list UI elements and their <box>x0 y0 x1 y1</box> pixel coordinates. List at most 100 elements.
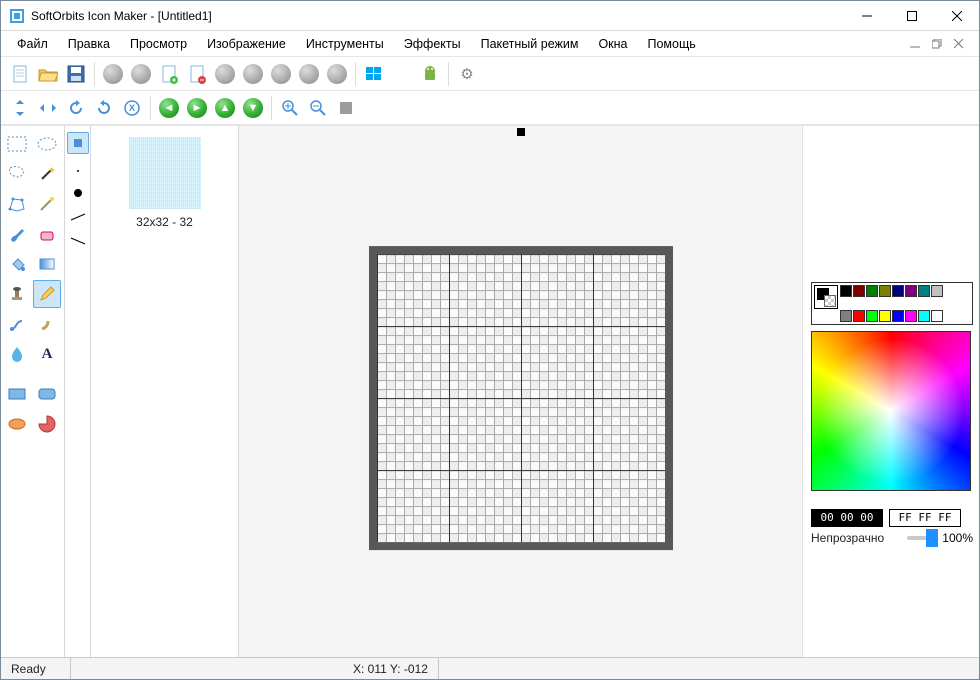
tool-palette: A <box>1 126 65 657</box>
tool-lasso[interactable] <box>3 160 31 188</box>
brush-size-dot-1 <box>75 168 81 174</box>
tool-polygon-select[interactable] <box>3 190 31 218</box>
minimize-button[interactable] <box>844 1 889 31</box>
fg-bg-selector[interactable] <box>814 285 838 309</box>
tool-airbrush[interactable] <box>3 310 31 338</box>
menu-image[interactable]: Изображение <box>197 33 296 55</box>
bg-hex[interactable]: FF FF FF <box>889 509 961 527</box>
add-image-button[interactable] <box>156 61 182 87</box>
rotate-right-button[interactable] <box>91 95 117 121</box>
menu-batch[interactable]: Пакетный режим <box>471 33 589 55</box>
fg-hex[interactable]: 00 00 00 <box>811 509 883 527</box>
color-swatches <box>811 282 973 325</box>
save-file-button[interactable] <box>63 61 89 87</box>
page-thumbnail[interactable]: 32x32 - 32 <box>97 132 232 234</box>
open-file-button[interactable] <box>35 61 61 87</box>
swatch[interactable] <box>866 285 878 297</box>
brush-line-1 <box>69 212 87 222</box>
disabled-button-6[interactable] <box>296 61 322 87</box>
brush-line-2 <box>69 236 87 246</box>
nav-down-button[interactable]: ▼ <box>240 95 266 121</box>
android-icon[interactable] <box>417 61 443 87</box>
menu-tools[interactable]: Инструменты <box>296 33 394 55</box>
menu-windows[interactable]: Окна <box>588 33 637 55</box>
tool-stamp[interactable] <box>3 280 31 308</box>
mdi-close-icon[interactable] <box>951 36 967 52</box>
swatch[interactable] <box>931 310 943 322</box>
menu-view[interactable]: Просмотр <box>120 33 197 55</box>
tool-pencil[interactable] <box>33 280 61 308</box>
disabled-button-7[interactable] <box>324 61 350 87</box>
tool-wand-2[interactable] <box>33 190 61 218</box>
tool-rounded-rect[interactable] <box>33 380 61 408</box>
tool-brush[interactable] <box>3 220 31 248</box>
flip-horizontal-button[interactable] <box>35 95 61 121</box>
menu-file[interactable]: Файл <box>7 33 58 55</box>
tool-pie[interactable] <box>33 410 61 438</box>
swatch[interactable] <box>918 285 930 297</box>
tool-smudge[interactable] <box>33 310 61 338</box>
page-size-label: 32x32 - 32 <box>102 215 227 229</box>
swatch[interactable] <box>840 310 852 322</box>
mdi-minimize-icon[interactable] <box>907 36 923 52</box>
slider-thumb[interactable] <box>926 529 938 547</box>
tool-gradient[interactable] <box>33 250 61 278</box>
swatch[interactable] <box>840 285 852 297</box>
tool-fill[interactable] <box>3 250 31 278</box>
menu-edit[interactable]: Правка <box>58 33 120 55</box>
color-picker[interactable] <box>811 331 971 491</box>
disabled-button-1[interactable] <box>100 61 126 87</box>
swatch[interactable] <box>918 310 930 322</box>
settings-button[interactable]: ⚙ <box>454 61 480 87</box>
apple-icon[interactable] <box>389 61 415 87</box>
swatch[interactable] <box>879 310 891 322</box>
zoom-out-button[interactable] <box>305 95 331 121</box>
maximize-button[interactable] <box>889 1 934 31</box>
swatch[interactable] <box>853 285 865 297</box>
tool-eraser[interactable] <box>33 220 61 248</box>
rotate-left-button[interactable] <box>63 95 89 121</box>
swatch[interactable] <box>853 310 865 322</box>
nav-up-button[interactable]: ▲ <box>212 95 238 121</box>
nav-left-button[interactable]: ◄ <box>156 95 182 121</box>
opacity-slider[interactable] <box>907 536 938 540</box>
remove-image-button[interactable] <box>184 61 210 87</box>
tool-rectangle[interactable] <box>3 380 31 408</box>
flip-vertical-button[interactable] <box>7 95 33 121</box>
swatch[interactable] <box>905 285 917 297</box>
disabled-button-3[interactable] <box>212 61 238 87</box>
mdi-restore-icon[interactable] <box>929 36 945 52</box>
close-button[interactable] <box>934 1 979 31</box>
swatch[interactable] <box>879 285 891 297</box>
window-title: SoftOrbits Icon Maker - [Untitled1] <box>31 9 844 23</box>
windows-icon[interactable] <box>361 61 387 87</box>
disabled-button-2[interactable] <box>128 61 154 87</box>
nav-right-button[interactable]: ► <box>184 95 210 121</box>
swatch[interactable] <box>905 310 917 322</box>
swatch[interactable] <box>892 310 904 322</box>
tool-blur[interactable] <box>3 340 31 368</box>
app-icon <box>9 8 25 24</box>
zoom-in-button[interactable] <box>277 95 303 121</box>
brush-shape-square[interactable] <box>67 132 89 154</box>
canvas-area[interactable] <box>239 126 803 657</box>
swatch[interactable] <box>931 285 943 297</box>
menu-effects[interactable]: Эффекты <box>394 33 471 55</box>
tool-ellipse[interactable] <box>3 410 31 438</box>
menu-help[interactable]: Помощь <box>638 33 706 55</box>
pixel-grid[interactable] <box>377 254 665 542</box>
opacity-value: 100% <box>942 531 973 545</box>
tool-rect-select[interactable] <box>3 130 31 158</box>
center-button[interactable]: X <box>119 95 145 121</box>
new-file-button[interactable] <box>7 61 33 87</box>
disabled-button-5[interactable] <box>268 61 294 87</box>
actual-size-button[interactable] <box>333 95 359 121</box>
tool-text[interactable]: A <box>33 340 61 368</box>
swatch[interactable] <box>892 285 904 297</box>
swatch[interactable] <box>866 310 878 322</box>
tool-magic-wand[interactable] <box>33 160 61 188</box>
tool-ellipse-select[interactable] <box>33 130 61 158</box>
canvas[interactable] <box>369 246 673 550</box>
disabled-button-4[interactable] <box>240 61 266 87</box>
status-coords: X: 011 Y: -012 <box>343 658 439 679</box>
